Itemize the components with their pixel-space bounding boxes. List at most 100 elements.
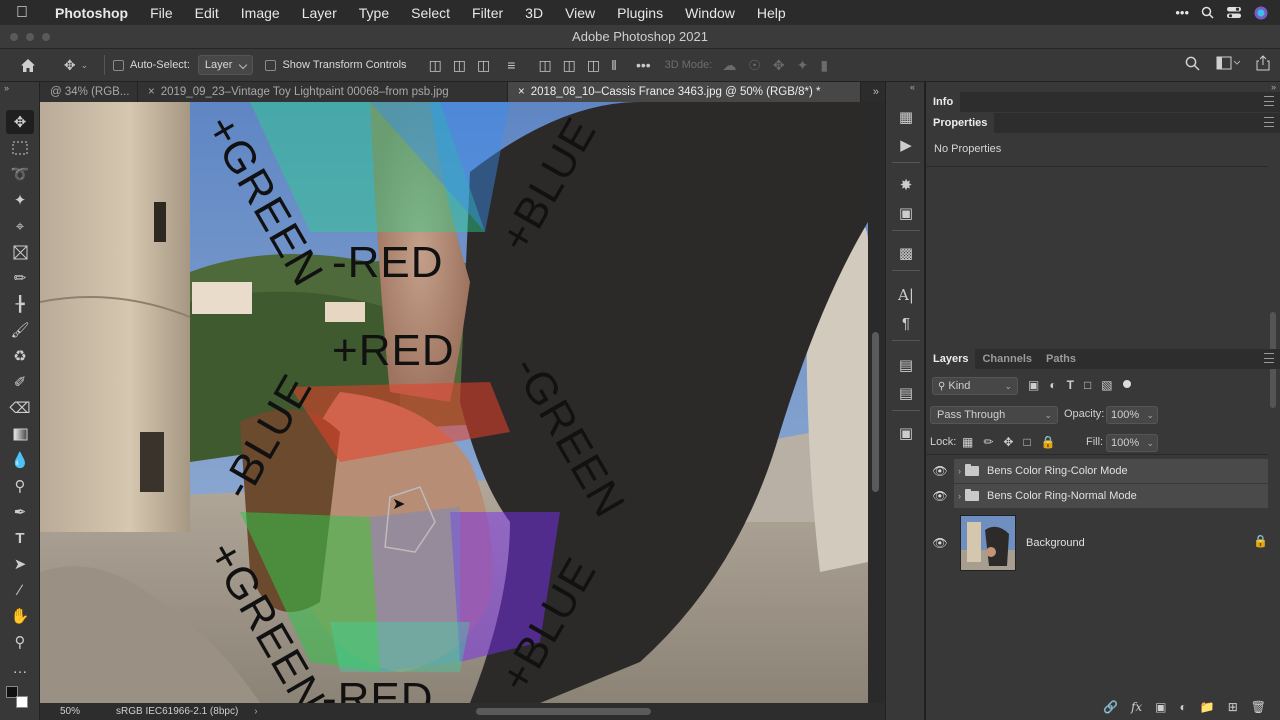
more-options-icon[interactable]: •••: [636, 57, 651, 73]
align-vcenter-icon[interactable]: ◫: [563, 57, 576, 74]
zoom-level[interactable]: 50%: [60, 706, 110, 717]
clone-stamp-tool[interactable]: ♻: [6, 344, 34, 368]
panel-menu-icon[interactable]: [1264, 117, 1274, 127]
panel-menu-icon[interactable]: [1264, 353, 1274, 363]
filter-shape-icon[interactable]: □: [1084, 378, 1091, 392]
layer-row[interactable]: 👁 › Bens Color Ring-Color Mode: [926, 459, 1268, 483]
align-hcenter-icon[interactable]: ◫: [453, 57, 466, 74]
delete-layer-icon[interactable]: 🗑: [1251, 700, 1266, 714]
brush-tool[interactable]: 🖌: [6, 318, 34, 342]
lock-artboard-icon[interactable]: □: [1023, 435, 1030, 449]
tab-channels[interactable]: Channels: [975, 349, 1039, 369]
adjustments-panel-button[interactable]: ✸: [894, 174, 918, 196]
gradient-tool[interactable]: [6, 422, 34, 446]
distribute-icon[interactable]: ≡: [507, 57, 515, 73]
new-group-icon[interactable]: 📁: [1200, 700, 1215, 714]
pen-tool[interactable]: ✒: [6, 500, 34, 524]
paragraph-panel-button[interactable]: ¶: [894, 312, 918, 334]
share-icon[interactable]: [1256, 55, 1270, 71]
navigator-panel-button[interactable]: ▤: [894, 354, 918, 376]
collapse-toolbar-icon[interactable]: »: [4, 83, 9, 93]
menu-select[interactable]: Select: [400, 5, 461, 21]
document-tab[interactable]: @ 34% (RGB...: [40, 82, 138, 102]
visibility-eye-icon[interactable]: 👁: [926, 464, 954, 478]
new-layer-icon[interactable]: ⊞: [1228, 700, 1238, 714]
menu-type[interactable]: Type: [348, 5, 400, 21]
marquee-tool[interactable]: [6, 136, 34, 160]
chevron-right-icon[interactable]: ›: [958, 466, 961, 476]
zoom-tool[interactable]: ⚲: [6, 630, 34, 654]
filter-toggle-icon[interactable]: [1122, 380, 1131, 388]
path-selection-tool[interactable]: ➤: [6, 552, 34, 576]
histogram-panel-button[interactable]: ▣: [894, 202, 918, 224]
eraser-tool[interactable]: ⌫: [6, 396, 34, 420]
filter-type-icon[interactable]: T: [1067, 378, 1074, 392]
libraries-panel-button[interactable]: ▩: [894, 242, 918, 264]
apple-icon[interactable]: : [16, 4, 44, 22]
layer-row[interactable]: 👁 › Bens Color Ring-Normal Mode: [926, 484, 1268, 508]
fx-icon[interactable]: fx: [1131, 700, 1142, 714]
filter-adjustment-icon[interactable]: ◐: [1049, 378, 1056, 392]
layer-row[interactable]: 👁 Background 🔒: [926, 512, 1268, 574]
collapse-panels-icon[interactable]: «: [910, 82, 915, 92]
background-color-swatch[interactable]: [16, 696, 28, 708]
healing-brush-tool[interactable]: ╊: [6, 292, 34, 316]
menu-edit[interactable]: Edit: [184, 5, 230, 21]
align-left-icon[interactable]: ◫: [429, 57, 442, 74]
home-button[interactable]: [0, 54, 56, 76]
character-panel-button[interactable]: A|: [894, 284, 918, 306]
align-right-icon[interactable]: ◫: [477, 57, 490, 74]
visibility-eye-icon[interactable]: 👁: [926, 489, 954, 503]
panel-menu-icon[interactable]: [1264, 96, 1274, 106]
move-tool[interactable]: ✥: [6, 110, 34, 134]
auto-select-dropdown[interactable]: Layer: [197, 55, 254, 75]
filter-pixel-icon[interactable]: ▣: [1028, 378, 1039, 392]
lock-position-icon[interactable]: ✥: [1003, 435, 1013, 449]
menu-layer[interactable]: Layer: [291, 5, 348, 21]
collapse-dock-icon[interactable]: »: [1271, 82, 1276, 92]
workspace-icon[interactable]: [1216, 56, 1240, 70]
menu-plugins[interactable]: Plugins: [606, 5, 674, 21]
layer-comps-panel-button[interactable]: ▣: [894, 422, 918, 444]
document-tab-active[interactable]: × 2018_08_10–Cassis France 3463.jpg @ 50%…: [508, 82, 861, 102]
more-icon[interactable]: •••: [1175, 5, 1189, 20]
close-icon[interactable]: ×: [148, 86, 155, 98]
layer-filter-dropdown[interactable]: ⚲ Kind ⌄: [932, 377, 1018, 395]
blend-mode-dropdown[interactable]: Pass Through ⌄: [930, 406, 1058, 424]
menu-view[interactable]: View: [554, 5, 606, 21]
fill-input[interactable]: 100% ⌄: [1106, 434, 1158, 452]
hand-tool[interactable]: ✋: [6, 604, 34, 628]
history-panel-button[interactable]: ▦: [894, 106, 918, 128]
move-tool-preset-button[interactable]: ✥ ⌄: [56, 54, 96, 76]
close-icon[interactable]: ×: [518, 86, 525, 98]
align-top-icon[interactable]: ◫: [538, 57, 551, 74]
object-selection-tool[interactable]: ✦: [6, 188, 34, 212]
filter-smart-object-icon[interactable]: ▧: [1101, 378, 1112, 392]
eyedropper-tool[interactable]: ✏: [6, 266, 34, 290]
search-icon[interactable]: [1185, 56, 1200, 71]
lock-transparency-icon[interactable]: ▦: [962, 435, 973, 449]
lasso-tool[interactable]: ➰: [6, 162, 34, 186]
chevron-right-icon[interactable]: ›: [254, 706, 257, 717]
menu-file[interactable]: File: [139, 5, 184, 21]
visibility-eye-icon[interactable]: 👁: [926, 536, 954, 550]
actions-panel-button[interactable]: ▶: [894, 134, 918, 156]
menu-3d[interactable]: 3D: [514, 5, 554, 21]
siri-icon[interactable]: [1254, 6, 1268, 20]
show-transform-checkbox[interactable]: [265, 59, 277, 71]
spotlight-search-icon[interactable]: [1201, 6, 1214, 19]
frame-tool[interactable]: [6, 240, 34, 264]
menu-image[interactable]: Image: [230, 5, 291, 21]
menu-filter[interactable]: Filter: [461, 5, 514, 21]
align-bottom-icon[interactable]: ◫: [587, 57, 600, 74]
link-layers-icon[interactable]: 🔗: [1103, 700, 1118, 714]
crop-tool[interactable]: ⌖: [6, 214, 34, 238]
control-center-icon[interactable]: [1226, 6, 1242, 19]
blur-tool[interactable]: 💧: [6, 448, 34, 472]
tab-paths[interactable]: Paths: [1039, 349, 1083, 369]
dodge-tool[interactable]: ⚲: [6, 474, 34, 498]
document-canvas[interactable]: +GREEN +BLUE -RED +RED -BLUE -GREEN +GRE…: [40, 102, 868, 703]
menu-help[interactable]: Help: [746, 5, 797, 21]
vertical-scrollbar[interactable]: [868, 102, 885, 703]
horizontal-scrollbar[interactable]: [476, 708, 651, 715]
